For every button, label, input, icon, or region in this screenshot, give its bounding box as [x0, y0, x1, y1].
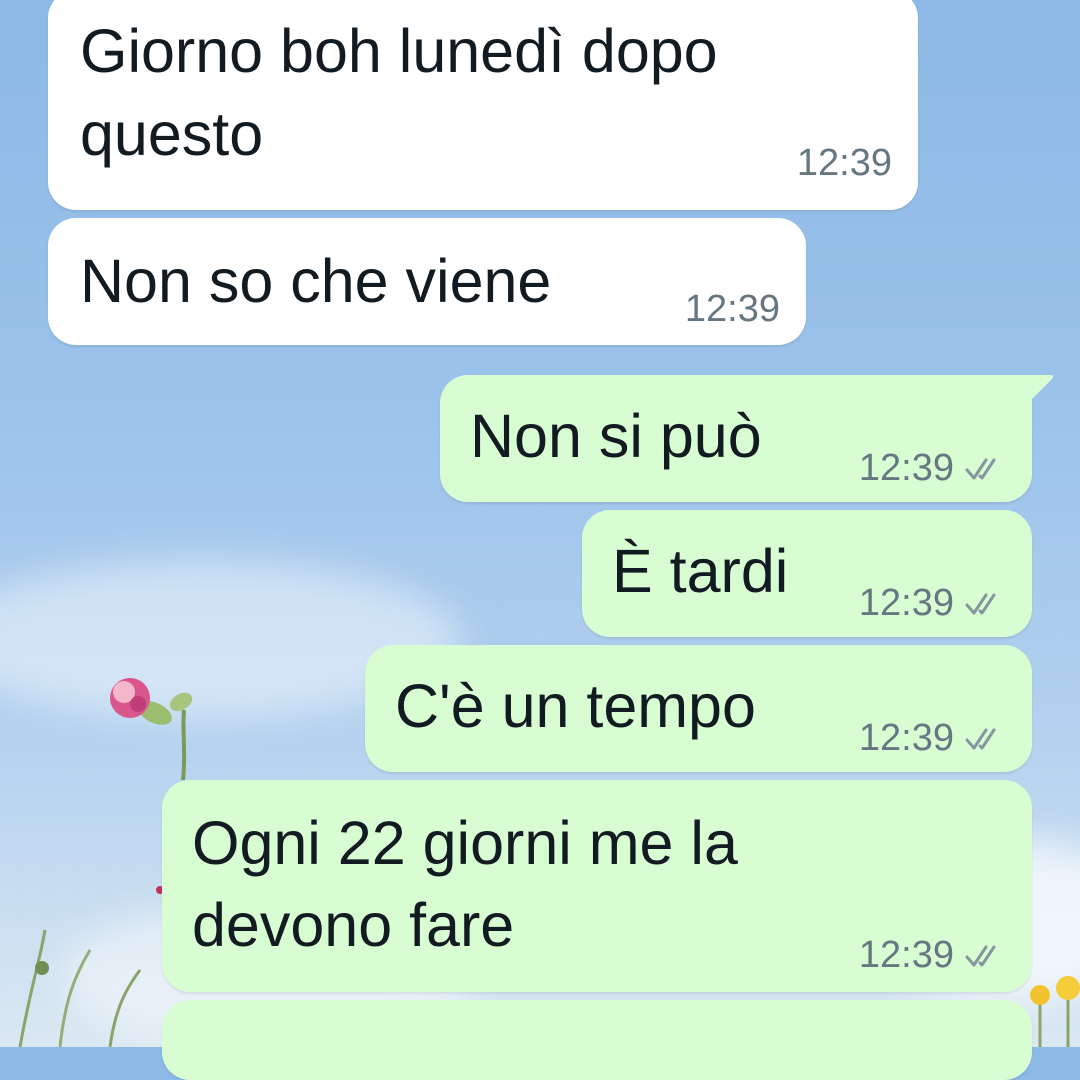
message-text-line: Ogni 22 giorni me la [192, 809, 738, 877]
message-text-line: Non so che viene [80, 247, 552, 315]
double-check-icon [965, 458, 996, 479]
bubble-tail [1030, 375, 1053, 401]
message-time: 12:39 [858, 717, 954, 759]
message-meta: 12:39 [859, 447, 1004, 490]
incoming-message[interactable]: Non so che viene 12:39 [48, 218, 806, 345]
message-text-line: devono fare [192, 891, 515, 959]
message-time: 12:39 [858, 447, 954, 489]
message-meta: 12:39 [859, 582, 1004, 625]
message-time: 12:39 [684, 288, 780, 330]
message-time: 12:39 [796, 142, 892, 184]
outgoing-message[interactable]: Non si può 12:39 [440, 375, 1032, 502]
message-meta: 12:39 [859, 717, 1004, 760]
double-check-icon [965, 728, 996, 749]
message-text-line: C'è un tempo [395, 672, 756, 740]
outgoing-message-partial[interactable] [162, 1000, 1032, 1080]
message-text-line: questo [80, 100, 264, 168]
message-time: 12:39 [858, 934, 954, 976]
message-meta: 12:39 [859, 934, 1004, 977]
double-check-icon [965, 593, 996, 614]
message-text-line: È tardi [612, 537, 789, 605]
message-text-line: Non si può [470, 402, 762, 470]
incoming-message[interactable]: Giorno boh lunedì dopo questo 12:39 [48, 0, 918, 210]
outgoing-message[interactable]: Ogni 22 giorni me la devono fare 12:39 [162, 780, 1032, 992]
outgoing-message[interactable]: C'è un tempo 12:39 [365, 645, 1032, 772]
outgoing-message[interactable]: È tardi 12:39 [582, 510, 1032, 637]
message-time: 12:39 [858, 582, 954, 624]
message-meta: 12:39 [685, 288, 780, 331]
double-check-icon [965, 945, 996, 966]
message-text-line: Giorno boh lunedì dopo [80, 17, 718, 85]
message-meta: 12:39 [797, 142, 892, 185]
